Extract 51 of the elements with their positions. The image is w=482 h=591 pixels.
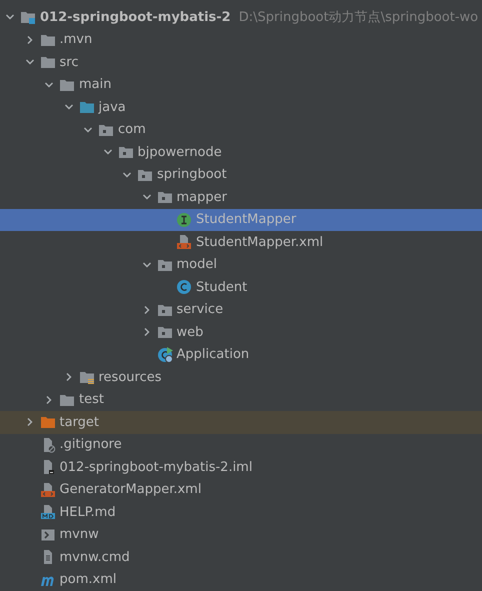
- chevron-down-icon[interactable]: [122, 170, 132, 180]
- tree-item[interactable]: .mvn: [0, 28, 482, 51]
- tree-item[interactable]: springboot: [0, 164, 482, 186]
- tree-item[interactable]: model: [0, 254, 482, 276]
- resources-folder-icon: [78, 369, 94, 386]
- tree-item[interactable]: resources: [0, 366, 482, 388]
- chevron-right-icon[interactable]: [142, 327, 152, 338]
- package-icon: [118, 144, 134, 160]
- chevron-right-icon[interactable]: [44, 394, 54, 405]
- tree-item[interactable]: target: [0, 411, 482, 434]
- tree-item[interactable]: 012-springboot-mybatis-2.iml: [0, 456, 482, 478]
- tree-item[interactable]: pom.xml: [0, 568, 482, 591]
- interface-icon: [176, 212, 192, 228]
- chevron-right-icon[interactable]: [142, 304, 152, 315]
- tree-item[interactable]: test: [0, 388, 482, 411]
- run-class-icon: [156, 346, 172, 363]
- tree-item[interactable]: StudentMapper.xml: [0, 231, 482, 254]
- tree-item[interactable]: java: [0, 96, 482, 118]
- tree-item[interactable]: GeneratorMapper.xml: [0, 478, 482, 501]
- markdown-file-icon: [40, 504, 56, 520]
- xml-file-icon: [40, 482, 56, 498]
- folder-icon: [40, 54, 56, 70]
- tree-item[interactable]: bjpowernode: [0, 141, 482, 164]
- package-icon: [156, 324, 172, 340]
- module-folder-icon: [20, 9, 36, 26]
- folder-icon: [78, 99, 94, 116]
- tree-item[interactable]: mapper: [0, 186, 482, 208]
- folder-icon: [40, 414, 56, 430]
- tree-item[interactable]: src: [0, 51, 482, 74]
- tree-item[interactable]: Application: [0, 344, 482, 366]
- chevron-down-icon[interactable]: [44, 80, 54, 90]
- tree-item[interactable]: HELP.md: [0, 501, 482, 524]
- package-icon: [156, 189, 172, 206]
- tree-item[interactable]: 012-springboot-mybatis-2 D:\Springboot动力节点\springboot-wo: [0, 6, 482, 28]
- tree-item[interactable]: web: [0, 321, 482, 344]
- project-path: D:\Springboot动力节点\springboot-wo: [238, 9, 478, 26]
- tree-item[interactable]: .gitignore: [0, 434, 482, 456]
- chevron-down-icon[interactable]: [83, 124, 93, 135]
- tree-item[interactable]: mvnw: [0, 524, 482, 546]
- tree-item[interactable]: main: [0, 74, 482, 96]
- tree-item[interactable]: mvnw.cmd: [0, 546, 482, 568]
- chevron-right-icon[interactable]: [24, 34, 34, 45]
- xml-file-icon: [176, 234, 192, 250]
- chevron-right-icon[interactable]: [24, 417, 34, 428]
- chevron-down-icon[interactable]: [142, 260, 152, 270]
- chevron-right-icon[interactable]: [64, 372, 74, 382]
- tree-item[interactable]: com: [0, 118, 482, 141]
- tree-item[interactable]: service: [0, 298, 482, 321]
- tree-item[interactable]: Student: [0, 276, 482, 298]
- terminal-icon: [40, 526, 56, 543]
- class-icon: [176, 279, 192, 296]
